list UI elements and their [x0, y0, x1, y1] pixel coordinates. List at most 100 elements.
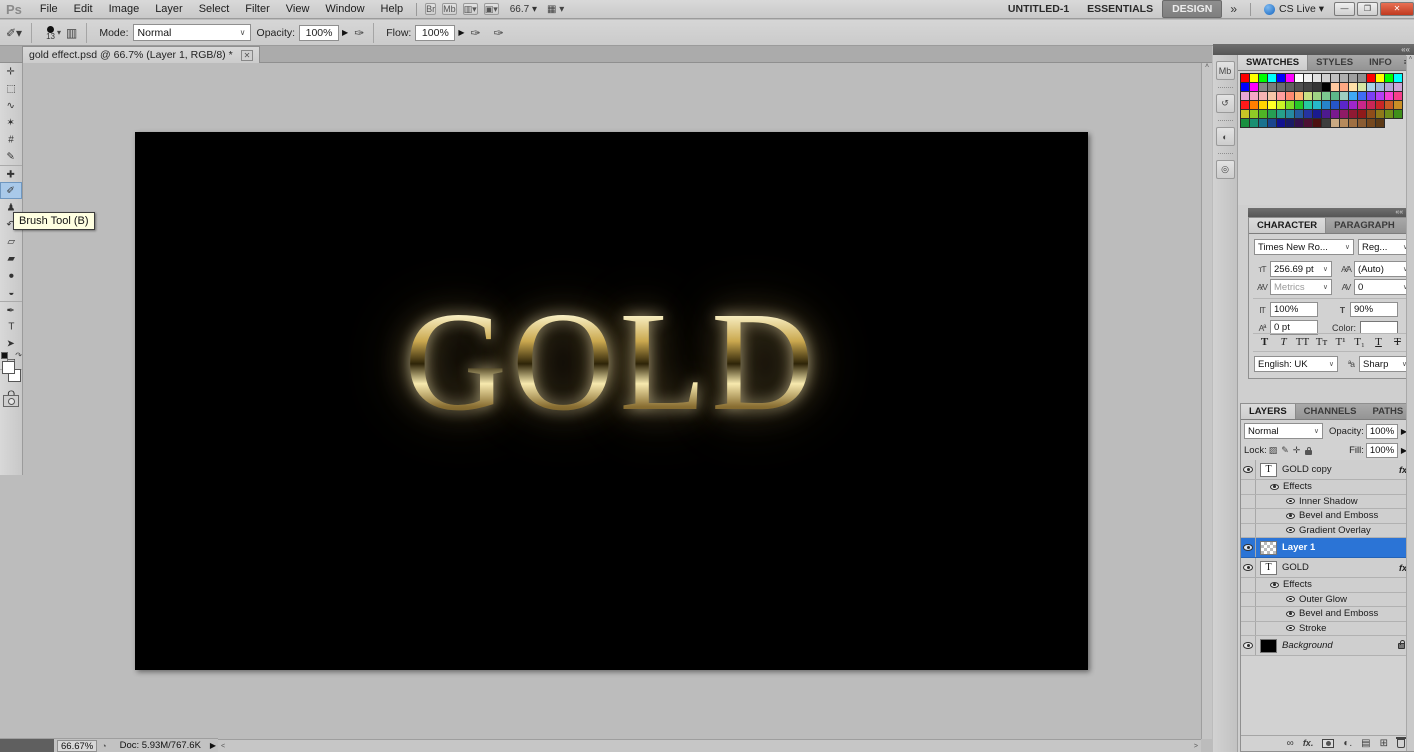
foreground-color-swatch[interactable] — [2, 361, 15, 374]
all-caps-button[interactable]: TT — [1295, 336, 1310, 348]
opacity-field[interactable]: 100% — [299, 24, 340, 41]
visibility-cell[interactable] — [1241, 480, 1256, 494]
effect-name[interactable]: Bevel and Emboss — [1299, 510, 1378, 521]
visibility-cell[interactable] — [1241, 578, 1256, 592]
blend-mode-select[interactable]: Normal ∨ — [132, 24, 251, 41]
flow-slider-arrow[interactable]: ▶ — [458, 28, 464, 37]
lock-transparency-icon[interactable]: ▨ — [1269, 445, 1278, 456]
quick-selection-tool[interactable]: ✶ — [0, 114, 22, 131]
small-caps-button[interactable]: Tᴛ — [1314, 336, 1329, 348]
underline-button[interactable]: T — [1371, 336, 1386, 348]
antialias-select[interactable]: Sharp ∨ — [1359, 356, 1411, 372]
layer-blend-mode-select[interactable]: Normal ∨ — [1244, 423, 1323, 439]
effect-eye-icon[interactable] — [1286, 512, 1295, 519]
effect-eye-icon[interactable] — [1286, 527, 1295, 534]
visibility-cell[interactable] — [1241, 592, 1256, 606]
layers-tab-paths[interactable]: PATHS — [1364, 404, 1411, 419]
status-expand-arrow[interactable]: ▶ — [210, 741, 216, 750]
menu-window[interactable]: Window — [317, 3, 372, 15]
effect-eye-icon[interactable] — [1286, 596, 1295, 603]
strikethrough-button[interactable]: T — [1390, 336, 1405, 348]
tablet-opacity-icon[interactable]: ✑ — [354, 26, 364, 40]
adjustment-layer-icon[interactable]: ◐. — [1343, 738, 1352, 749]
superscript-button[interactable]: T¹ — [1333, 336, 1348, 348]
arrange-documents-icon[interactable]: ▥▾ — [462, 2, 478, 15]
status-zoom-field[interactable]: 66.67% — [57, 739, 98, 752]
swatches-tab-swatches[interactable]: SWATCHES — [1238, 55, 1309, 70]
airbrush-toggle-icon[interactable]: ✑ — [471, 26, 481, 40]
close-tab-icon[interactable]: ✕ — [240, 49, 254, 61]
layer-row[interactable]: Effects — [1241, 578, 1413, 593]
effect-name[interactable]: Bevel and Emboss — [1299, 608, 1378, 619]
menu-layer[interactable]: Layer — [147, 3, 191, 15]
document-tab[interactable]: gold effect.psd @ 66.7% (Layer 1, RGB/8)… — [22, 46, 261, 63]
canvas-horizontal-scrollbar[interactable]: ˂ ˃ — [218, 739, 1201, 752]
menu-help[interactable]: Help — [373, 3, 412, 15]
scroll-up-arrow[interactable]: ˄ — [1409, 56, 1413, 62]
layer-name[interactable]: Layer 1 — [1282, 542, 1315, 553]
panel-dock-scrollbar[interactable]: ˄ — [1406, 56, 1414, 751]
layer-row[interactable]: Bevel and Emboss — [1241, 509, 1413, 524]
lock-position-icon[interactable]: ✛ — [1293, 445, 1301, 456]
blur-tool[interactable]: ● — [0, 267, 22, 284]
effect-eye-icon[interactable] — [1286, 625, 1295, 632]
visibility-cell[interactable] — [1241, 636, 1256, 655]
eye-icon[interactable] — [1243, 544, 1253, 551]
layer-thumbnail[interactable]: T — [1260, 462, 1277, 477]
mini-bridge-icon[interactable]: Mb — [442, 2, 457, 15]
close-button[interactable]: ✕ — [1380, 2, 1414, 16]
language-select[interactable]: English: UK ∨ — [1254, 356, 1338, 372]
dodge-tool[interactable]: ◒ — [0, 284, 22, 301]
swatches-tab-info[interactable]: INFO — [1361, 55, 1400, 70]
link-layers-icon[interactable]: ∞ — [1287, 738, 1294, 749]
effect-eye-icon[interactable] — [1286, 610, 1295, 617]
spot-healing-brush-tool[interactable]: ✚ — [0, 165, 22, 182]
effect-name[interactable]: Outer Glow — [1299, 594, 1347, 605]
canvas-vertical-scrollbar[interactable]: ˄ — [1201, 63, 1212, 739]
layer-row[interactable]: Gradient Overlay — [1241, 523, 1413, 538]
layer-name[interactable]: GOLD copy — [1282, 464, 1332, 475]
layer-row[interactable]: Effects — [1241, 480, 1413, 495]
flow-field[interactable]: 100% — [415, 24, 456, 41]
visibility-cell[interactable] — [1241, 558, 1256, 577]
character-tab-character[interactable]: CHARACTER — [1249, 218, 1327, 233]
subscript-button[interactable]: T₁ — [1352, 336, 1367, 348]
eye-icon[interactable] — [1243, 564, 1253, 571]
visibility-cell[interactable] — [1241, 607, 1256, 621]
dock-collapse-header[interactable]: «« — [1213, 44, 1414, 55]
menu-file[interactable]: File — [32, 3, 66, 15]
layers-fill-field[interactable]: 100% — [1365, 443, 1398, 458]
effect-name[interactable]: Stroke — [1299, 623, 1326, 634]
horizontal-scale-field[interactable]: 90% — [1350, 302, 1398, 317]
lasso-tool[interactable]: ∿ — [0, 97, 22, 114]
mini-bridge-panel-icon[interactable]: Mb — [1215, 61, 1235, 80]
move-tool[interactable]: ✛ — [0, 63, 22, 80]
brush-tool-preset-icon[interactable]: ✐▾ — [6, 26, 22, 40]
lock-all-icon[interactable] — [1304, 446, 1313, 455]
layer-row[interactable]: Bevel and Emboss — [1241, 607, 1413, 622]
default-colors-icon[interactable] — [1, 352, 8, 359]
character-panel-header[interactable]: «« ✕ — [1248, 208, 1414, 217]
masks-panel-icon[interactable]: ◎ — [1215, 160, 1235, 179]
visibility-cell[interactable] — [1241, 509, 1256, 523]
workspace-overflow-chevrons[interactable]: » — [1222, 2, 1245, 16]
effect-name[interactable]: Gradient Overlay — [1299, 525, 1371, 536]
opacity-slider-arrow[interactable]: ▶ — [342, 28, 348, 37]
color-swatch[interactable] — [1375, 118, 1385, 128]
workspace-essentials-button[interactable]: ESSENTIALS — [1078, 1, 1162, 17]
eye-icon[interactable] — [1243, 466, 1253, 473]
layer-row[interactable]: Outer Glow — [1241, 592, 1413, 607]
adjustments-panel-icon[interactable]: ◐ — [1215, 127, 1235, 146]
tablet-size-icon[interactable]: ✑ — [494, 26, 504, 40]
scroll-right-arrow[interactable]: ˃ — [1194, 743, 1198, 750]
bridge-launch-icon[interactable]: Br — [425, 2, 437, 15]
effect-name[interactable]: Effects — [1283, 481, 1312, 492]
swap-colors-icon[interactable]: ↷ — [15, 351, 22, 360]
view-extras-icon[interactable]: ▦ ▾ — [547, 4, 564, 15]
scroll-left-arrow[interactable]: ˂ — [221, 743, 225, 750]
path-selection-tool[interactable]: ➤ — [0, 335, 22, 352]
pen-tool[interactable]: ✒ — [0, 301, 22, 318]
layer-row[interactable]: T GOLD fx — [1241, 558, 1413, 578]
lock-paint-icon[interactable]: ✎ — [1281, 445, 1289, 456]
vertical-scale-field[interactable]: 100% — [1270, 302, 1318, 317]
